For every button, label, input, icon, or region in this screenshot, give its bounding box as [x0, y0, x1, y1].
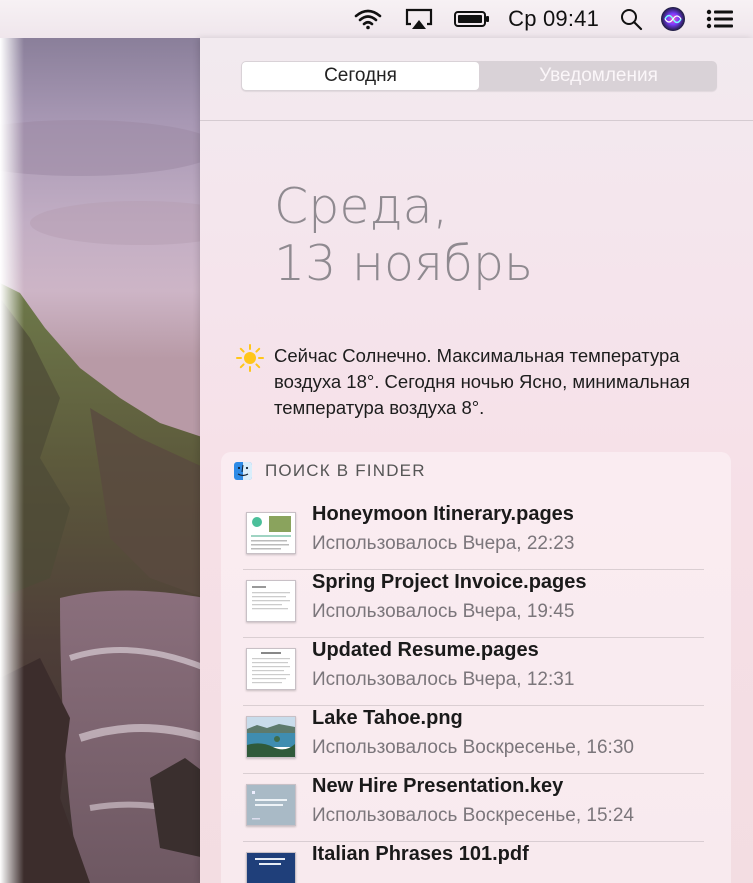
tab-today[interactable]: Сегодня: [242, 62, 479, 90]
finder-results-list: Honeymoon Itinerary.pages Использовалось…: [221, 502, 731, 883]
battery-icon[interactable]: [444, 0, 500, 38]
date-day-month: 13 ноябрь: [274, 235, 533, 292]
file-name: New Hire Presentation.key: [312, 775, 564, 797]
siri-icon[interactable]: [651, 0, 695, 38]
file-name: Honeymoon Itinerary.pages: [312, 503, 574, 525]
file-row[interactable]: Spring Project Invoice.pages Использовал…: [221, 570, 731, 638]
file-row[interactable]: Updated Resume.pages Использовалось Вчер…: [221, 638, 731, 706]
wallpaper-edge-fade: [0, 38, 24, 883]
file-last-used: Использовалось Воскресенье, 15:24: [312, 805, 634, 826]
file-row[interactable]: Honeymoon Itinerary.pages Использовалось…: [221, 502, 731, 570]
wifi-icon[interactable]: [342, 0, 394, 38]
spotlight-search-icon[interactable]: [611, 0, 651, 38]
airplay-icon[interactable]: [394, 0, 444, 38]
widget-header: ПОИСК В FINDER: [221, 452, 731, 490]
today-date: Среда, 13 ноябрь: [274, 178, 533, 292]
date-weekday: Среда,: [274, 178, 449, 235]
file-name: Updated Resume.pages: [312, 639, 539, 661]
file-name: Spring Project Invoice.pages: [312, 571, 587, 593]
menu-clock[interactable]: Ср 09:41: [500, 0, 611, 38]
sun-icon: [236, 344, 274, 421]
finder-icon: [234, 462, 252, 480]
desktop-wallpaper: [0, 38, 205, 883]
file-row[interactable]: Lake Tahoe.png Использовалось Воскресень…: [221, 706, 731, 774]
notification-center-panel: Сегодня Уведомления Среда, 13 ноябрь Сей…: [200, 38, 753, 883]
menu-bar: Ср 09:41: [0, 0, 753, 38]
pdf-thumbnail: [246, 852, 296, 883]
file-last-used: Использовалось Воскресенье, 16:30: [312, 737, 634, 758]
panel-divider: [200, 120, 753, 121]
weather-summary: Сейчас Солнечно. Максимальная температур…: [236, 343, 736, 421]
view-segmented-control: Сегодня Уведомления: [241, 61, 717, 91]
image-thumbnail: [246, 716, 296, 758]
file-name: Lake Tahoe.png: [312, 707, 463, 729]
pages-doc-thumbnail: [246, 648, 296, 690]
weather-text: Сейчас Солнечно. Максимальная температур…: [274, 345, 690, 418]
keynote-thumbnail: [246, 784, 296, 826]
pages-doc-thumbnail: [246, 580, 296, 622]
file-row[interactable]: Italian Phrases 101.pdf: [221, 842, 731, 883]
widget-title: ПОИСК В FINDER: [265, 461, 426, 480]
file-last-used: Использовалось Вчера, 12:31: [312, 669, 575, 690]
tab-notifications[interactable]: Уведомления: [480, 61, 717, 91]
file-name: Italian Phrases 101.pdf: [312, 843, 529, 865]
file-last-used: Использовалось Вчера, 22:23: [312, 533, 575, 554]
file-last-used: Использовалось Вчера, 19:45: [312, 601, 575, 622]
finder-search-widget: ПОИСК В FINDER Honeymoon Itinerary.pages…: [221, 452, 731, 883]
notification-center-icon[interactable]: [695, 0, 745, 38]
file-row[interactable]: New Hire Presentation.key Использовалось…: [221, 774, 731, 842]
pages-doc-thumbnail: [246, 512, 296, 554]
